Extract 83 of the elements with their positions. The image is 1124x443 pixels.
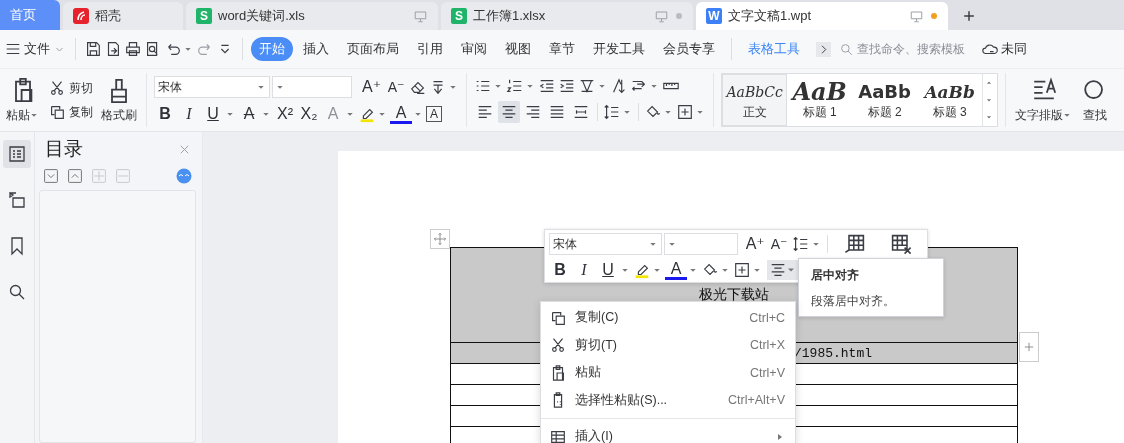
- document-tab[interactable]: S word关键词.xls: [186, 2, 438, 30]
- toggle-icon[interactable]: [176, 168, 192, 184]
- paste-button[interactable]: 粘贴: [4, 76, 42, 124]
- italic-button[interactable]: I: [573, 260, 595, 280]
- command-search-field[interactable]: 查找命令、搜索模板: [839, 41, 979, 57]
- ribbon-tab[interactable]: 审阅: [453, 37, 495, 61]
- find-button[interactable]: 查找: [1079, 76, 1112, 124]
- context-menu-item[interactable]: 选择性粘贴(S)... Ctrl+Alt+V: [541, 386, 795, 414]
- style-option[interactable]: AaBbCc 正文: [722, 74, 788, 126]
- outline-icon[interactable]: [3, 140, 31, 168]
- subscript-button[interactable]: X₂: [298, 104, 320, 124]
- borders-icon[interactable]: [733, 261, 751, 279]
- paste-label: 粘贴: [6, 106, 30, 124]
- align-center-icon[interactable]: [498, 101, 521, 123]
- file-type-badge: S: [451, 8, 467, 24]
- format-painter-button[interactable]: 格式刷: [99, 76, 139, 124]
- ribbon-tab[interactable]: 章节: [541, 37, 583, 61]
- table-cell-text: /1985.html: [794, 346, 872, 361]
- bold-button[interactable]: B: [154, 104, 176, 124]
- new-tab-icon[interactable]: [961, 8, 977, 24]
- document-tab[interactable]: 稻壳: [63, 2, 183, 30]
- italic-button[interactable]: I: [178, 104, 200, 124]
- line-spacing-icon[interactable]: [792, 235, 810, 253]
- save-icon[interactable]: [84, 40, 102, 58]
- document-tab[interactable]: S 工作簿1.xlsx: [441, 2, 693, 30]
- copy-icon: [48, 103, 66, 121]
- sync-status[interactable]: 未同: [1001, 40, 1027, 58]
- align-center-icon: [769, 261, 787, 279]
- text-layout-label: 文字排版: [1015, 106, 1064, 124]
- monitor-icon: [909, 8, 924, 24]
- context-menu-item[interactable]: 插入(I): [541, 423, 795, 443]
- ribbon-tab[interactable]: 视图: [497, 37, 539, 61]
- context-menu-item[interactable]: 粘贴 Ctrl+V: [541, 359, 795, 387]
- table-cell-text: 极光下载站: [699, 286, 769, 302]
- chevron-up-icon[interactable]: [67, 168, 83, 184]
- file-type-badge: W: [706, 8, 722, 24]
- chevron-right-icon[interactable]: [816, 41, 831, 57]
- scissors-icon: [549, 336, 567, 355]
- underline-button[interactable]: U: [202, 104, 224, 124]
- style-option[interactable]: AaB 标题 1: [787, 74, 853, 126]
- grow-font-button[interactable]: A⁺: [743, 234, 766, 254]
- strikethrough-button[interactable]: A: [238, 104, 260, 124]
- document-tab[interactable]: W 文字文稿1.wpt: [696, 2, 948, 30]
- character-border-button[interactable]: A: [426, 106, 442, 122]
- style-option[interactable]: AaBb 标题 2: [852, 74, 918, 126]
- leaf-logo-icon: [73, 8, 89, 24]
- move-handle-icon[interactable]: [430, 229, 450, 249]
- ribbon-tab[interactable]: 表格工具: [740, 37, 808, 61]
- underline-button[interactable]: U: [597, 260, 619, 280]
- context-menu-item[interactable]: 复制(C) Ctrl+C: [541, 304, 795, 332]
- ribbon-tab[interactable]: 开发工具: [585, 37, 653, 61]
- ribbon-tab[interactable]: 页面布局: [339, 37, 407, 61]
- print-icon[interactable]: [124, 40, 142, 58]
- tooltip-text: 段落居中对齐。: [811, 293, 896, 310]
- ribbon-tab[interactable]: 插入: [295, 37, 337, 61]
- caret-icon: [788, 268, 794, 272]
- font-color-button[interactable]: A: [390, 104, 412, 124]
- align-center-button[interactable]: [767, 260, 799, 280]
- chevron-down-icon[interactable]: [43, 168, 59, 184]
- text-layout-button[interactable]: 文字排版: [1013, 76, 1076, 124]
- monitor-icon: [654, 8, 669, 24]
- panel-title: 目录: [45, 137, 83, 161]
- context-menu-item[interactable]: 剪切(T) Ctrl+X: [541, 331, 795, 359]
- cut-button[interactable]: 剪切: [48, 79, 93, 97]
- monitor-icon: [413, 8, 428, 24]
- borders-icon[interactable]: [676, 103, 695, 121]
- shrink-font-button[interactable]: A⁻: [768, 234, 790, 254]
- font-name-select[interactable]: 宋体: [549, 233, 663, 255]
- font-name-select[interactable]: 宋体: [154, 76, 270, 98]
- ribbon-tab[interactable]: 引用: [409, 37, 451, 61]
- scissors-icon: [48, 79, 66, 97]
- grow-font-button[interactable]: A⁺: [360, 77, 384, 97]
- font-color-button[interactable]: A: [665, 260, 687, 280]
- superscript-button[interactable]: X²: [274, 104, 296, 124]
- file-menu[interactable]: 文件: [24, 40, 50, 58]
- search-icon: [839, 41, 854, 57]
- tooltip-title: 居中对齐: [811, 267, 860, 284]
- style-option[interactable]: AaBb 标题 3: [917, 74, 983, 126]
- file-type-badge: S: [196, 8, 212, 24]
- bold-button[interactable]: B: [549, 260, 571, 280]
- copy-button[interactable]: 复制: [48, 103, 93, 121]
- ribbon-tab[interactable]: 会员专享: [655, 37, 723, 61]
- shrink-font-button[interactable]: A⁻: [385, 77, 408, 97]
